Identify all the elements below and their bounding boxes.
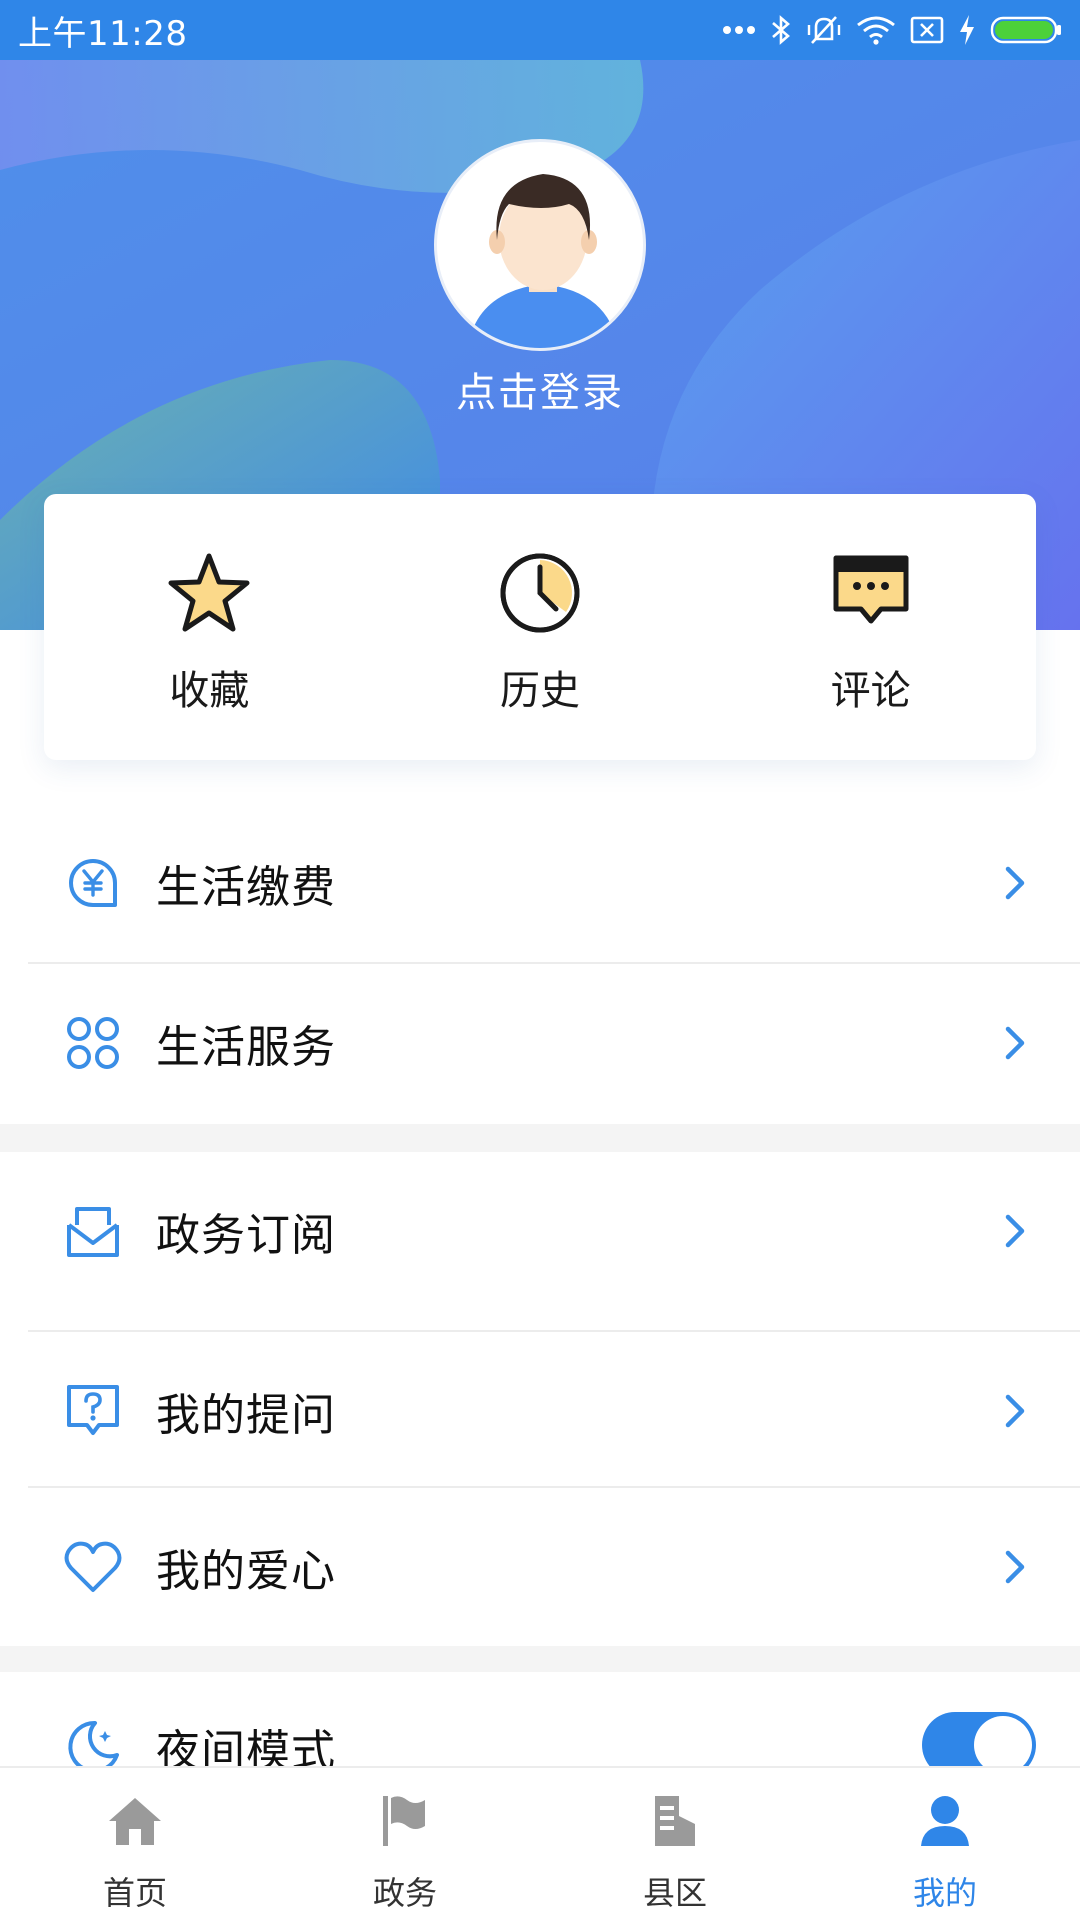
chevron-right-icon — [1005, 1026, 1025, 1060]
quick-comments[interactable]: 评论 — [705, 494, 1036, 760]
menu-item-life-services[interactable]: 生活服务 — [0, 964, 1080, 1122]
menu-label: 生活服务 — [156, 1022, 336, 1073]
status-time: 上午11:28 — [18, 13, 188, 54]
mail-inbox-icon — [64, 1202, 122, 1260]
user-icon — [919, 1792, 971, 1850]
battery-icon — [990, 15, 1062, 45]
status-bar: 上午11:28 — [0, 0, 1080, 60]
star-icon — [166, 550, 252, 636]
more-dots-icon — [722, 24, 756, 36]
quick-actions-card: 收藏 历史 评论 — [44, 494, 1036, 760]
default-user-avatar-icon — [467, 174, 619, 348]
nav-home[interactable]: 首页 — [0, 1768, 270, 1920]
avatar[interactable] — [434, 139, 646, 351]
mute-vibrate-icon — [806, 13, 842, 47]
bluetooth-icon — [770, 14, 792, 46]
menu-group-life: 生活缴费 生活服务 — [0, 804, 1080, 1124]
status-icons — [722, 13, 1062, 47]
section-gap — [0, 1124, 1080, 1152]
flag-icon — [381, 1792, 429, 1850]
grid-services-icon — [64, 1014, 122, 1072]
clock-icon — [498, 550, 582, 636]
section-gap — [0, 1646, 1080, 1672]
nav-mine[interactable]: 我的 — [810, 1768, 1080, 1920]
menu-label: 政务订阅 — [156, 1210, 336, 1261]
nav-government[interactable]: 政务 — [270, 1768, 540, 1920]
quick-history[interactable]: 历史 — [375, 494, 706, 760]
comment-icon — [831, 550, 911, 636]
building-icon — [651, 1792, 699, 1850]
chevron-right-icon — [1005, 866, 1025, 900]
menu-label: 我的爱心 — [156, 1546, 336, 1597]
bottom-nav: 首页 政务 县区 我的 — [0, 1766, 1080, 1920]
nav-label: 县区 — [642, 1874, 707, 1912]
menu-group-personal: 政务订阅 我的提问 我的爱心 — [0, 1152, 1080, 1646]
menu-item-gov-subscription[interactable]: 政务订阅 — [0, 1152, 1080, 1310]
sim-off-icon — [910, 15, 944, 45]
quick-favorites[interactable]: 收藏 — [44, 494, 375, 760]
wifi-icon — [856, 15, 896, 45]
chevron-right-icon — [1005, 1550, 1025, 1584]
quick-history-label: 历史 — [500, 668, 580, 714]
nav-label: 政务 — [372, 1874, 437, 1912]
nav-label: 首页 — [102, 1874, 167, 1912]
quick-favorites-label: 收藏 — [169, 668, 250, 714]
menu-label: 生活缴费 — [156, 862, 336, 913]
menu-label: 我的提问 — [156, 1390, 336, 1441]
quick-comments-label: 评论 — [830, 668, 911, 714]
home-icon — [107, 1792, 163, 1850]
question-bubble-icon — [64, 1382, 122, 1440]
menu-item-my-charity[interactable]: 我的爱心 — [0, 1488, 1080, 1646]
login-prompt[interactable]: 点击登录 — [0, 360, 1080, 418]
chevron-right-icon — [1005, 1394, 1025, 1428]
charging-icon — [958, 14, 976, 46]
menu-item-life-payment[interactable]: 生活缴费 — [0, 804, 1080, 962]
chevron-right-icon — [1005, 1214, 1025, 1248]
nav-label: 我的 — [912, 1874, 977, 1912]
yuan-bill-icon — [64, 854, 122, 912]
menu-item-my-questions[interactable]: 我的提问 — [0, 1332, 1080, 1490]
heart-icon — [64, 1538, 122, 1596]
nav-county[interactable]: 县区 — [540, 1768, 810, 1920]
